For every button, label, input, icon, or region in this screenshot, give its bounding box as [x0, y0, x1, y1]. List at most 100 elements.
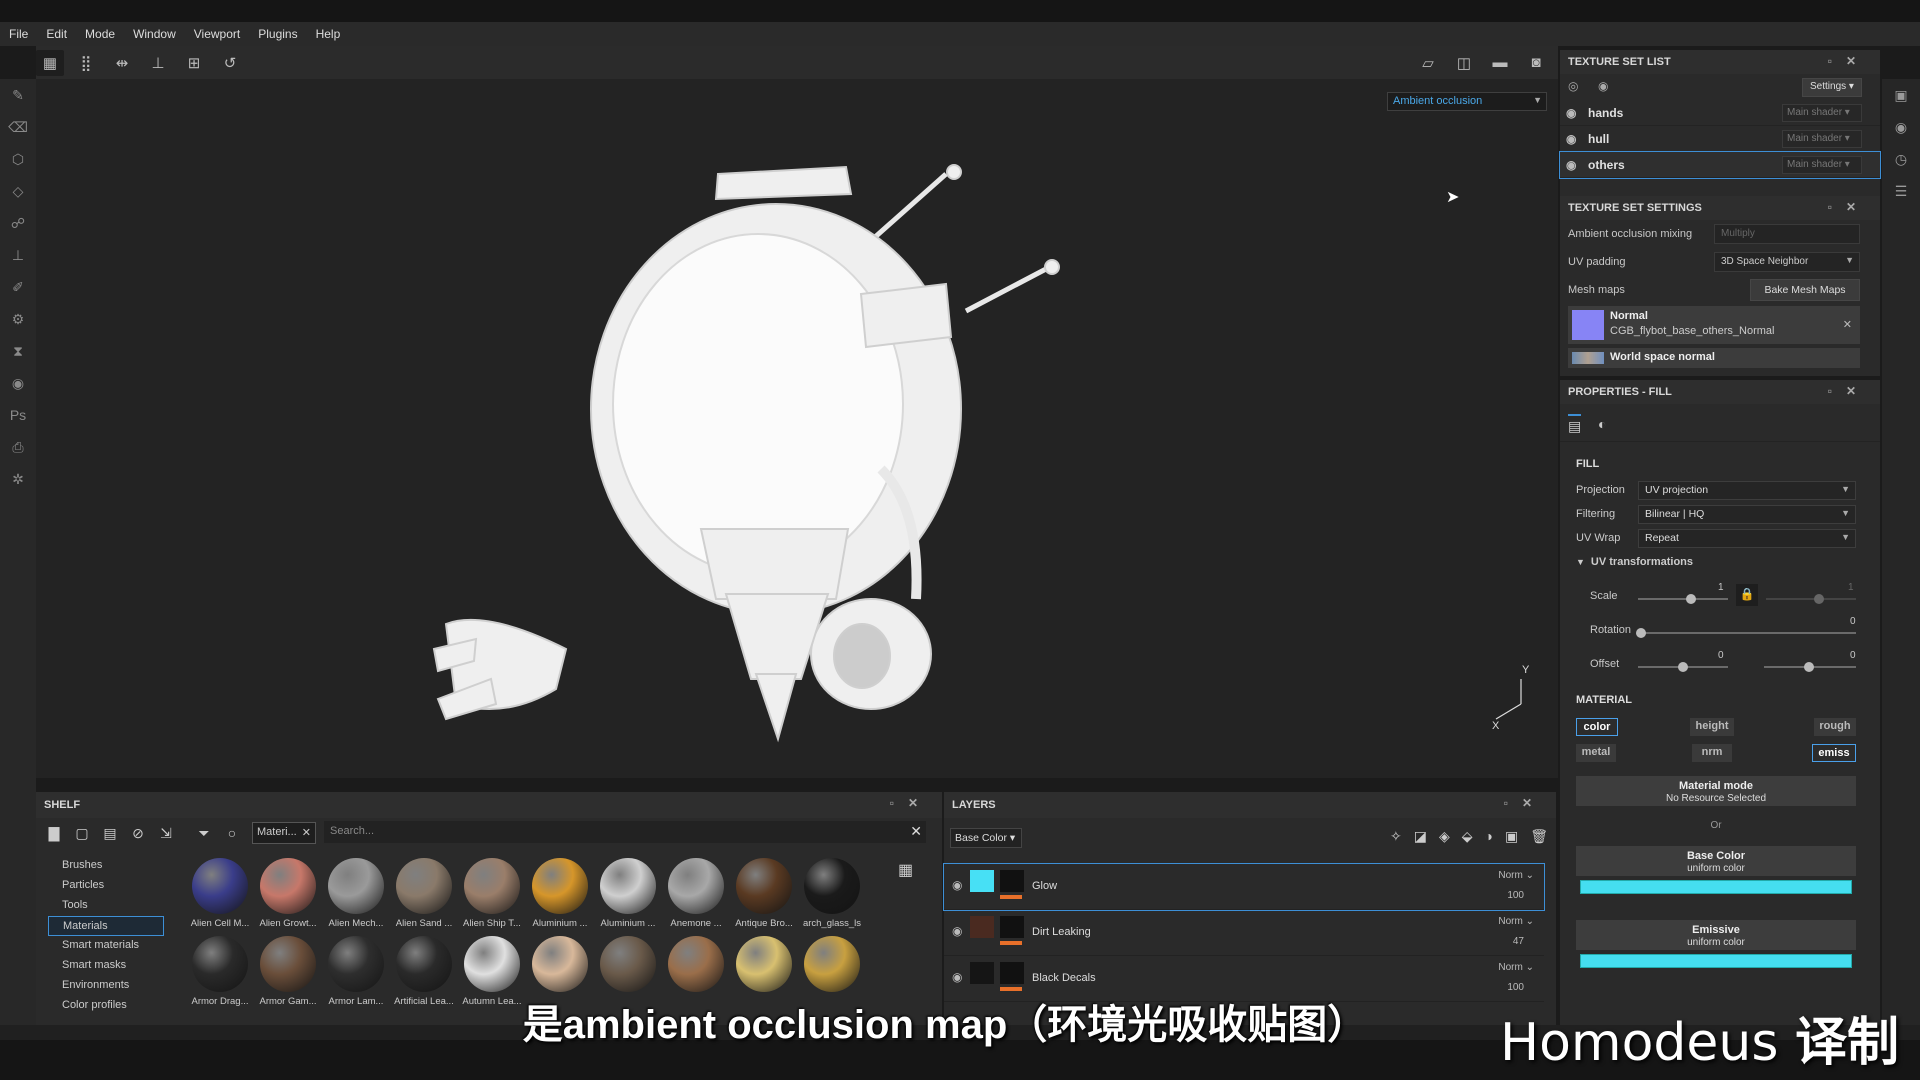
- offset-slider-knob-1[interactable]: [1678, 662, 1688, 672]
- material-thumbnail[interactable]: Anemone ...: [662, 858, 730, 938]
- view-3d-icon[interactable]: ◫: [1450, 50, 1478, 76]
- material-thumbnail[interactable]: Aluminium ...: [526, 858, 594, 938]
- add-frame-icon[interactable]: ⊞: [180, 50, 208, 76]
- camera-icon[interactable]: ▬: [1486, 50, 1514, 76]
- emissive-swatch[interactable]: [1580, 954, 1852, 968]
- color-picker-icon[interactable]: ✐: [0, 271, 36, 303]
- channel-height-toggle[interactable]: height: [1690, 718, 1734, 736]
- material-thumbnail[interactable]: Alien Sand ...: [390, 858, 458, 938]
- channel-rough-toggle[interactable]: rough: [1814, 718, 1856, 736]
- shader-select[interactable]: Main shader ▾: [1782, 156, 1862, 174]
- category-brushes[interactable]: Brushes: [48, 856, 164, 876]
- ao-mixing-select[interactable]: Multiply: [1714, 224, 1860, 244]
- eraser-icon[interactable]: ⌫: [0, 111, 36, 143]
- grid-icon[interactable]: ▦: [36, 49, 64, 76]
- settings-tool-icon[interactable]: ⚙: [0, 303, 36, 335]
- blend-mode-select[interactable]: Norm ⌄: [1498, 916, 1534, 927]
- export-icon[interactable]: ⎙: [0, 431, 36, 463]
- panel-controls-icon[interactable]: ▫✕: [890, 796, 932, 810]
- log-icon[interactable]: ☰: [1882, 175, 1920, 207]
- channel-metal-toggle[interactable]: metal: [1576, 744, 1616, 762]
- shelf-search-input[interactable]: Search... ✕: [324, 821, 926, 843]
- channel-color-toggle[interactable]: color: [1576, 718, 1618, 736]
- shader-select[interactable]: Main shader ▾: [1782, 130, 1862, 148]
- add-folder-icon[interactable]: ▣: [1505, 828, 1518, 845]
- scale-slider-track[interactable]: [1638, 598, 1728, 600]
- category-tools[interactable]: Tools: [48, 896, 164, 916]
- clone-stamp-icon[interactable]: ⊥: [0, 239, 36, 271]
- eye-off-icon[interactable]: ◎: [1568, 79, 1578, 93]
- texture-set-hull[interactable]: ◉ hull Main shader ▾: [1560, 126, 1880, 152]
- panel-controls-icon[interactable]: ▫✕: [1828, 384, 1870, 398]
- hide-icon[interactable]: ⊘: [124, 821, 152, 845]
- eye-icon[interactable]: ◉: [952, 924, 962, 938]
- add-paint-layer-icon[interactable]: ⬙: [1462, 828, 1473, 845]
- add-fill-layer-icon[interactable]: ◈: [1439, 828, 1450, 845]
- channel-nrm-toggle[interactable]: nrm: [1692, 744, 1732, 762]
- opacity-value[interactable]: 47: [1513, 936, 1524, 947]
- rotation-slider-knob[interactable]: [1636, 628, 1646, 638]
- material-thumbnail[interactable]: Alien Mech...: [322, 858, 390, 938]
- list-icon[interactable]: ▤: [96, 821, 124, 845]
- bake-icon[interactable]: ◉: [0, 367, 36, 399]
- align-icon[interactable]: ⊥: [144, 50, 172, 76]
- projection-icon[interactable]: ⬡: [0, 143, 36, 175]
- eye-icon[interactable]: ◉: [1566, 106, 1588, 120]
- material-thumbnail[interactable]: Antique Bro...: [730, 858, 798, 938]
- eye-icon[interactable]: ◉: [1598, 79, 1608, 93]
- category-particles[interactable]: Particles: [48, 876, 164, 896]
- panel-controls-icon[interactable]: ▫✕: [1504, 796, 1546, 810]
- refresh-icon[interactable]: ○: [218, 821, 246, 845]
- dots-grid-icon[interactable]: ⣿: [72, 50, 100, 76]
- texture-set-settings-button[interactable]: Settings ▾: [1802, 78, 1862, 97]
- material-thumbnail[interactable]: Alien Ship T...: [458, 858, 526, 938]
- close-icon[interactable]: ✕: [302, 826, 311, 839]
- import-icon[interactable]: ⇲: [152, 821, 180, 845]
- opacity-value[interactable]: 100: [1507, 890, 1524, 901]
- fill-tab-icon[interactable]: ▤: [1568, 414, 1582, 435]
- clear-search-icon[interactable]: ✕: [910, 823, 922, 840]
- geometry-mask-icon[interactable]: ◇: [0, 175, 36, 207]
- new-folder-icon[interactable]: ▢: [68, 821, 96, 845]
- layer-glow[interactable]: ◉ Glow Norm ⌄ 100: [943, 863, 1545, 911]
- panel-controls-icon[interactable]: ▫✕: [1828, 54, 1870, 68]
- menu-file[interactable]: File: [0, 27, 37, 41]
- lock-icon[interactable]: 🔒: [1736, 584, 1758, 606]
- base-color-swatch[interactable]: [1580, 880, 1852, 894]
- filtering-select[interactable]: Bilinear | HQ ▼: [1638, 504, 1856, 524]
- material-thumbnail[interactable]: Alien Cell M...: [186, 858, 254, 938]
- layer-channel-select[interactable]: Base Color ▾: [950, 828, 1022, 848]
- screenshot-icon[interactable]: ◙: [1522, 50, 1550, 76]
- menu-window[interactable]: Window: [124, 27, 185, 41]
- eye-icon[interactable]: ◉: [952, 970, 962, 984]
- eye-icon[interactable]: ◉: [952, 878, 962, 892]
- eye-icon[interactable]: ◉: [1566, 132, 1588, 146]
- menu-mode[interactable]: Mode: [76, 27, 124, 41]
- shader-select[interactable]: Main shader ▾: [1782, 104, 1862, 122]
- smudge-icon[interactable]: ☍: [0, 207, 36, 239]
- history-panel-icon[interactable]: ◷: [1882, 143, 1920, 175]
- history-icon[interactable]: ↺: [216, 50, 244, 76]
- shader-settings-icon[interactable]: ◉: [1882, 111, 1920, 143]
- uvwrap-select[interactable]: Repeat ▼: [1638, 528, 1856, 548]
- projection-select[interactable]: UV projection ▼: [1638, 480, 1856, 500]
- close-icon[interactable]: ✕: [1843, 318, 1852, 331]
- panel-controls-icon[interactable]: ▫✕: [1828, 200, 1870, 214]
- mesh-map-world-normal[interactable]: World space normal: [1568, 348, 1860, 368]
- view-2d-icon[interactable]: ▱: [1414, 50, 1442, 76]
- effects-icon[interactable]: ✧: [1390, 828, 1402, 845]
- menu-plugins[interactable]: Plugins: [249, 27, 306, 41]
- emissive-slot[interactable]: Emissive uniform color: [1576, 920, 1856, 950]
- material-thumbnail[interactable]: arch_glass_ls: [798, 858, 866, 938]
- mirror-icon[interactable]: ⇹: [108, 50, 136, 76]
- delete-icon[interactable]: 🗑: [1530, 828, 1548, 845]
- menu-help[interactable]: Help: [307, 27, 350, 41]
- add-mask-icon[interactable]: ◪: [1414, 828, 1427, 845]
- base-color-slot[interactable]: Base Color uniform color: [1576, 846, 1856, 876]
- filter-chip[interactable]: Materi... ✕: [252, 822, 316, 844]
- category-smart-masks[interactable]: Smart masks: [48, 956, 164, 976]
- folder-icon[interactable]: ▇: [40, 821, 68, 845]
- texture-set-others[interactable]: ◉ others Main shader ▾: [1559, 151, 1881, 179]
- rotation-slider-track[interactable]: [1638, 632, 1856, 634]
- plugin-icon[interactable]: ✲: [0, 463, 36, 495]
